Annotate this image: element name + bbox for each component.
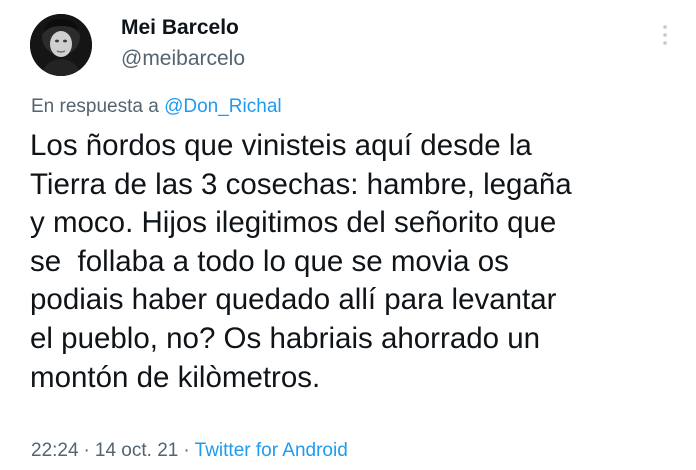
- tweet-text-line: podiais haber quedado allí para levantar: [30, 283, 557, 317]
- author-handle[interactable]: @meibarcelo: [121, 46, 245, 72]
- avatar[interactable]: [30, 14, 92, 76]
- tweet-text-line: Tierra de las 3 cosechas: hambre, legaña: [30, 167, 572, 201]
- tweet-meta: 22:24 · 14 oct. 21 · Twitter for Android: [31, 439, 348, 463]
- meta-separator: ·: [183, 440, 190, 461]
- tweet-date[interactable]: 14 oct. 21: [95, 440, 178, 461]
- more-vertical-icon[interactable]: [658, 24, 672, 50]
- reply-context: En respuesta a @Don_Richal: [31, 95, 282, 119]
- author-name[interactable]: Mei Barcelo: [121, 15, 239, 41]
- tweet-text-line: se follaba a todo lo que se movia os: [30, 244, 509, 278]
- reply-prefix: En respuesta a: [31, 96, 165, 117]
- tweet-text-line: el pueblo, no? Os habriais ahorrado un: [30, 321, 541, 355]
- tweet-time[interactable]: 22:24: [31, 440, 79, 461]
- reply-mention-link[interactable]: @Don_Richal: [164, 96, 282, 117]
- tweet-text-line: montón de kilòmetros.: [30, 360, 321, 394]
- tweet-text: Los ñordos que vinisteis aquí desde la T…: [30, 127, 680, 397]
- meta-separator: ·: [83, 440, 90, 461]
- tweet-text-line: y moco. Hijos ilegitimos del señorito qu…: [30, 206, 557, 240]
- tweet: Mei Barcelo @meibarcelo En respuesta a @…: [0, 0, 696, 470]
- tweet-source-link[interactable]: Twitter for Android: [195, 440, 348, 461]
- tweet-text-line: Los ñordos que vinisteis aquí desde la: [30, 129, 532, 162]
- avatar-image: [30, 14, 92, 76]
